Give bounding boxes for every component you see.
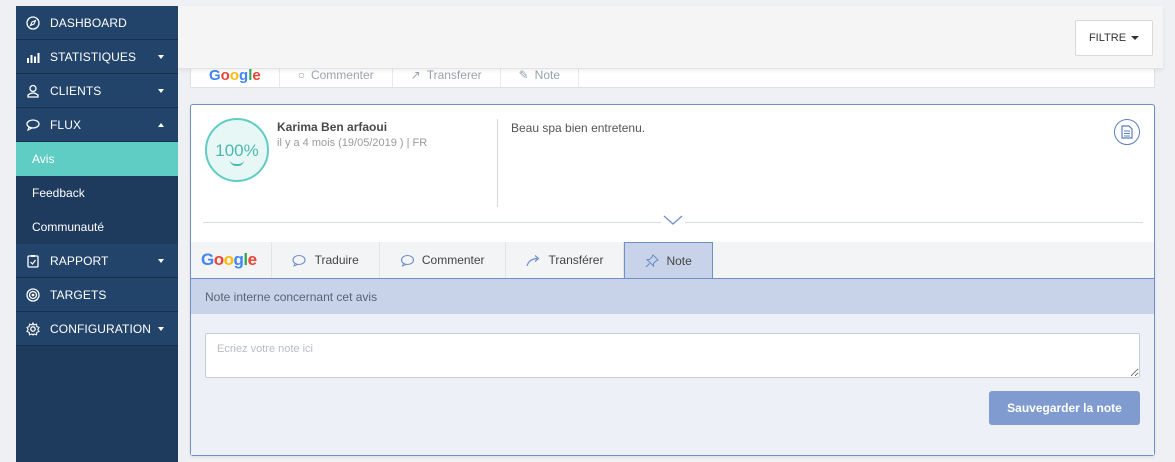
comment-icon: [400, 254, 414, 267]
tab-google[interactable]: Google: [191, 242, 272, 278]
sidebar-item-label: CONFIGURATION: [50, 321, 152, 336]
sidebar-item-clients[interactable]: CLIENTS: [16, 74, 178, 108]
prev-tab-label: Commenter: [310, 68, 374, 82]
sidebar-item-statistiques[interactable]: STATISTIQUES: [16, 40, 178, 74]
tab-commenter[interactable]: Commenter: [380, 242, 506, 278]
tab-label: Traduire: [314, 253, 359, 267]
prev-tab-label: Transferer: [426, 68, 482, 82]
chevron-down-icon: [158, 54, 164, 59]
bar-chart-icon: [26, 50, 40, 64]
sidebar-item-label: TARGETS: [50, 287, 107, 302]
note-header: Note interne concernant cet avis: [191, 279, 1154, 314]
document-icon[interactable]: [1114, 119, 1140, 145]
prev-tab-label: Note: [534, 68, 561, 82]
clipboard-icon: [26, 254, 40, 268]
target-icon: [26, 287, 40, 302]
tab-transferer[interactable]: Transférer: [506, 242, 625, 278]
sidebar-subitem-feedback[interactable]: Feedback: [16, 176, 178, 210]
tab-label: Transférer: [548, 253, 604, 267]
sidebar: DASHBOARD STATISTIQUES CLIENTS FLUX Avis…: [16, 6, 178, 462]
chevron-down-icon: [158, 258, 164, 263]
translate-bubbles-icon: [292, 254, 306, 267]
sidebar-item-configuration[interactable]: CONFIGURATION: [16, 312, 178, 346]
filter-button-label: FILTRE: [1088, 32, 1127, 44]
sidebar-subitem-avis[interactable]: Avis: [16, 142, 178, 176]
sidebar-item-rapport[interactable]: RAPPORT: [16, 244, 178, 278]
chevron-down-icon: [158, 326, 164, 331]
share-arrow-icon: [525, 254, 539, 266]
chevron-down-icon: [1131, 36, 1140, 40]
sidebar-item-flux[interactable]: FLUX: [16, 108, 178, 142]
pin-icon: ✎: [518, 68, 529, 82]
share-arrow-icon: ↗: [410, 68, 421, 82]
sidebar-item-label: DASHBOARD: [50, 15, 127, 30]
tab-note[interactable]: Note: [624, 242, 713, 278]
note-panel: Note interne concernant cet avis Sauvega…: [191, 278, 1154, 455]
user-badge-icon: [26, 84, 40, 98]
sidebar-item-targets[interactable]: TARGETS: [16, 278, 178, 312]
score-value: 100%: [215, 140, 259, 160]
sidebar-subitem-communaute[interactable]: Communauté: [16, 210, 178, 244]
pin-icon: [646, 253, 660, 267]
sidebar-item-label: CLIENTS: [50, 83, 102, 98]
satisfaction-score-badge: 100%: [205, 118, 269, 182]
review-card: 100% Karima Ben arfaoui il y a 4 mois (1…: [190, 104, 1155, 456]
tab-label: Commenter: [421, 253, 485, 267]
sidebar-item-label: FLUX: [50, 117, 82, 132]
review-action-tabs: Google Traduire Commenter Transférer Not…: [191, 242, 1154, 278]
tab-traduire[interactable]: Traduire: [272, 242, 380, 278]
note-textarea[interactable]: [205, 333, 1140, 378]
chat-bubbles-icon: [26, 118, 40, 132]
gear-icon: [26, 321, 40, 336]
tab-label: Note: [666, 253, 692, 268]
comment-icon: ○: [297, 68, 305, 82]
smiley-icon: [230, 160, 244, 166]
sidebar-item-label: RAPPORT: [50, 253, 109, 268]
sidebar-item-label: STATISTIQUES: [50, 49, 137, 64]
vertical-divider: [497, 119, 498, 207]
chevron-down-icon[interactable]: [661, 214, 685, 228]
filter-button[interactable]: FILTRE: [1075, 20, 1153, 56]
review-meta: il y a 4 mois (19/05/2019 ) | FR: [277, 137, 428, 149]
top-bar: FILTRE: [178, 6, 1163, 69]
review-text: Beau spa bien entretenu.: [511, 121, 646, 135]
chevron-up-icon: [158, 122, 164, 127]
compass-icon: [26, 15, 40, 30]
save-note-button[interactable]: Sauvegarder la note: [989, 391, 1140, 425]
chevron-down-icon: [158, 88, 164, 93]
sidebar-item-dashboard[interactable]: DASHBOARD: [16, 6, 178, 40]
review-author: Karima Ben arfaoui: [277, 120, 388, 134]
